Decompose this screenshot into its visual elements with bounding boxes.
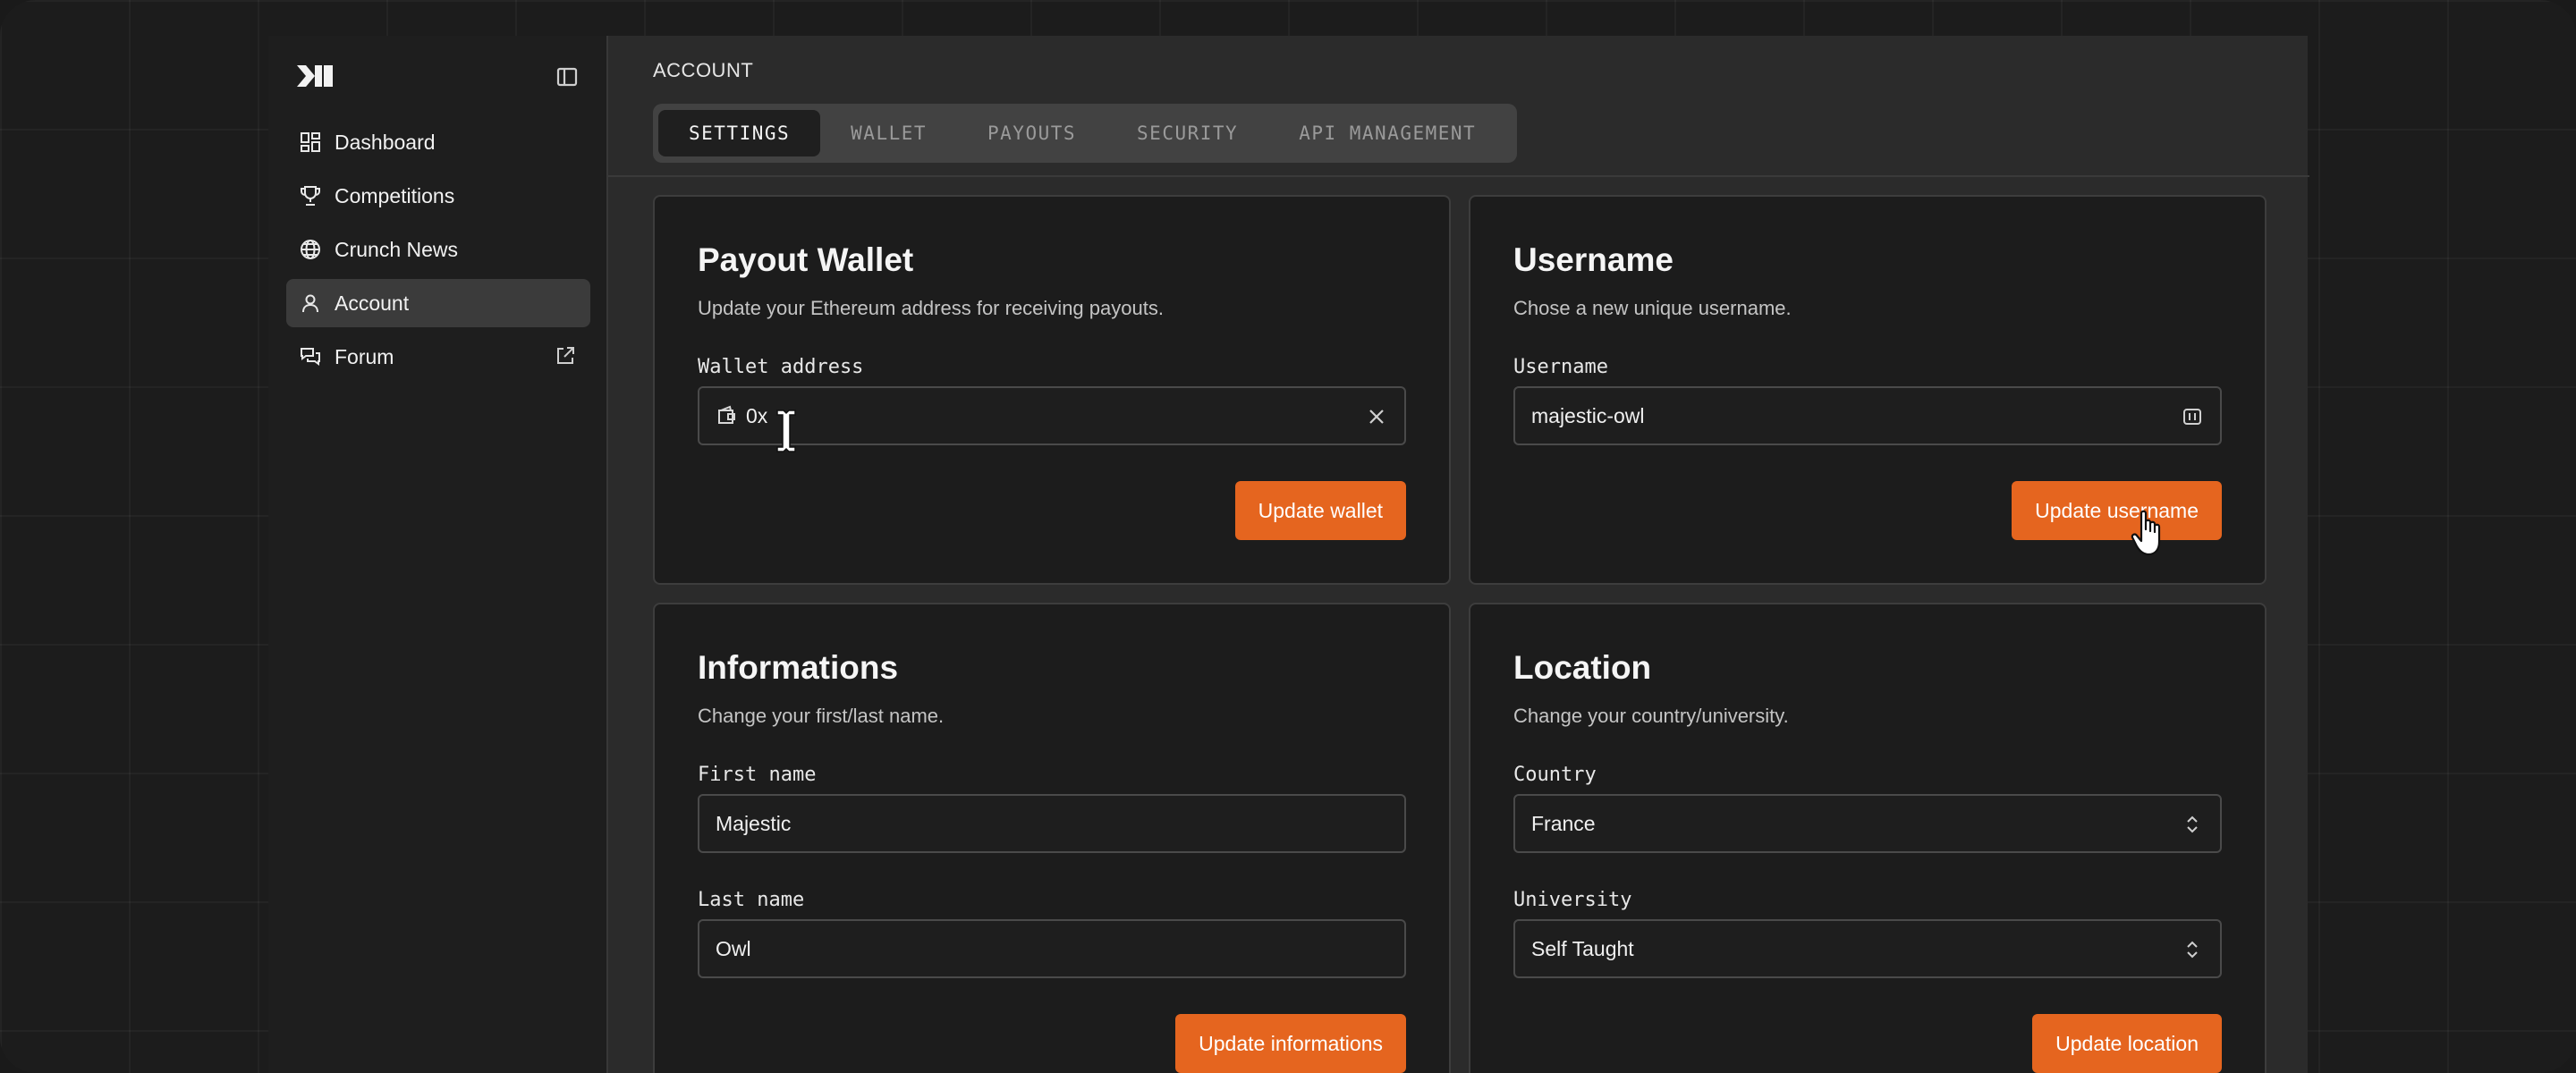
divider <box>608 175 2309 177</box>
card-title: Payout Wallet <box>698 241 914 278</box>
username-input[interactable]: majestic-owl <box>1513 386 2222 445</box>
payout-wallet-card: Payout Wallet Update your Ethereum addre… <box>653 195 1451 585</box>
card-title: Informations <box>698 649 899 686</box>
card-description: Chose a new unique username. <box>1513 297 1792 319</box>
update-location-button[interactable]: Update location <box>2032 1014 2222 1073</box>
sidebar-item-account[interactable]: Account <box>286 279 590 327</box>
sidebar-item-label: Dashboard <box>335 130 436 154</box>
chevron-up-down-icon <box>2181 938 2204 961</box>
informations-card: Informations Change your first/last name… <box>653 603 1451 1073</box>
first-name-value: Majestic <box>716 811 792 835</box>
dashboard-icon <box>299 131 322 154</box>
country-select[interactable]: France <box>1513 794 2222 853</box>
username-label: Username <box>1513 356 1608 378</box>
chevron-up-down-icon <box>2181 813 2204 836</box>
last-name-label: Last name <box>698 889 805 911</box>
external-link-icon <box>555 345 576 367</box>
last-name-value: Owl <box>716 936 751 960</box>
sidebar-item-label: Competitions <box>335 183 455 207</box>
tab-api-management[interactable]: API MANAGEMENT <box>1268 110 1506 156</box>
sidebar-item-competitions[interactable]: Competitions <box>286 172 590 220</box>
sidebar-item-label: Forum <box>335 344 394 368</box>
update-wallet-button[interactable]: Update wallet <box>1234 481 1406 540</box>
card-description: Update your Ethereum address for receivi… <box>698 297 1164 319</box>
sidebar-item-dashboard[interactable]: Dashboard <box>286 118 590 166</box>
sidebar: Dashboard Competitions Crunch News Accou… <box>268 36 608 1073</box>
last-name-input[interactable]: Owl <box>698 919 1406 978</box>
first-name-label: First name <box>698 764 817 786</box>
wallet-address-label: Wallet address <box>698 356 864 378</box>
first-name-input[interactable]: Majestic <box>698 794 1406 853</box>
tab-wallet[interactable]: WALLET <box>820 110 957 156</box>
university-label: University <box>1513 889 1632 911</box>
chat-icon <box>299 345 322 368</box>
sidebar-toggle-icon[interactable] <box>555 64 580 89</box>
card-description: Change your country/university. <box>1513 705 1789 727</box>
sidebar-item-crunch-news[interactable]: Crunch News <box>286 225 590 274</box>
app-window: Dashboard Competitions Crunch News Accou… <box>0 0 2576 1073</box>
wallet-address-value: 0x <box>746 403 768 427</box>
location-card: Location Change your country/university.… <box>1469 603 2267 1073</box>
wallet-icon <box>716 404 739 427</box>
card-description: Change your first/last name. <box>698 705 945 727</box>
university-value: Self Taught <box>1531 936 1634 960</box>
sidebar-item-forum[interactable]: Forum <box>286 333 590 381</box>
logo-icon[interactable] <box>295 63 335 89</box>
sidebar-item-label: Account <box>335 291 410 315</box>
autofill-icon[interactable] <box>2181 405 2204 428</box>
tab-security[interactable]: SECURITY <box>1106 110 1268 156</box>
sidebar-item-label: Crunch News <box>335 237 459 261</box>
globe-icon <box>299 238 322 261</box>
tab-bar: SETTINGS WALLET PAYOUTS SECURITY API MAN… <box>653 104 1517 163</box>
clear-icon[interactable] <box>1365 405 1388 428</box>
wallet-address-input[interactable]: 0x <box>698 386 1406 445</box>
update-informations-button[interactable]: Update informations <box>1175 1014 1406 1073</box>
username-value: majestic-owl <box>1531 403 1645 427</box>
country-label: Country <box>1513 764 1597 786</box>
user-icon <box>299 291 322 315</box>
username-card: Username Chose a new unique username. Us… <box>1469 195 2267 585</box>
country-value: France <box>1531 811 1596 835</box>
tab-payouts[interactable]: PAYOUTS <box>957 110 1106 156</box>
breadcrumb: ACCOUNT <box>653 59 754 81</box>
trophy-icon <box>299 184 322 207</box>
card-title: Location <box>1513 649 1652 686</box>
update-username-button[interactable]: Update username <box>2012 481 2222 540</box>
university-select[interactable]: Self Taught <box>1513 919 2222 978</box>
tab-settings[interactable]: SETTINGS <box>658 110 821 156</box>
card-title: Username <box>1513 241 1674 278</box>
main-panel: ACCOUNT SETTINGS WALLET PAYOUTS SECURITY… <box>606 36 2309 1073</box>
